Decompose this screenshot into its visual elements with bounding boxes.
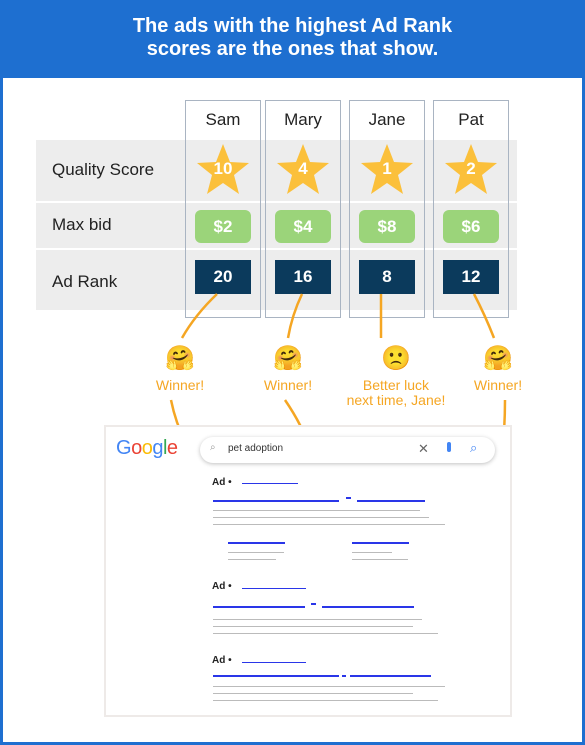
ad-label: Ad • bbox=[212, 581, 232, 592]
connector-line bbox=[180, 293, 218, 339]
search-icon: ⌕ bbox=[210, 442, 216, 453]
ad-label: Ad • bbox=[212, 655, 232, 666]
search-results-mockup bbox=[104, 425, 512, 717]
connector-line bbox=[472, 293, 496, 339]
search-button-icon[interactable]: ⌕ bbox=[470, 440, 477, 456]
search-input[interactable]: ⌕ pet adoption ✕ ⌕ bbox=[200, 437, 495, 463]
ad-label: Ad • bbox=[212, 477, 232, 488]
connector-line bbox=[286, 293, 304, 339]
google-logo: Google bbox=[116, 437, 178, 459]
microphone-icon[interactable] bbox=[447, 442, 451, 452]
clear-icon[interactable]: ✕ bbox=[418, 441, 429, 457]
search-query: pet adoption bbox=[228, 443, 284, 454]
